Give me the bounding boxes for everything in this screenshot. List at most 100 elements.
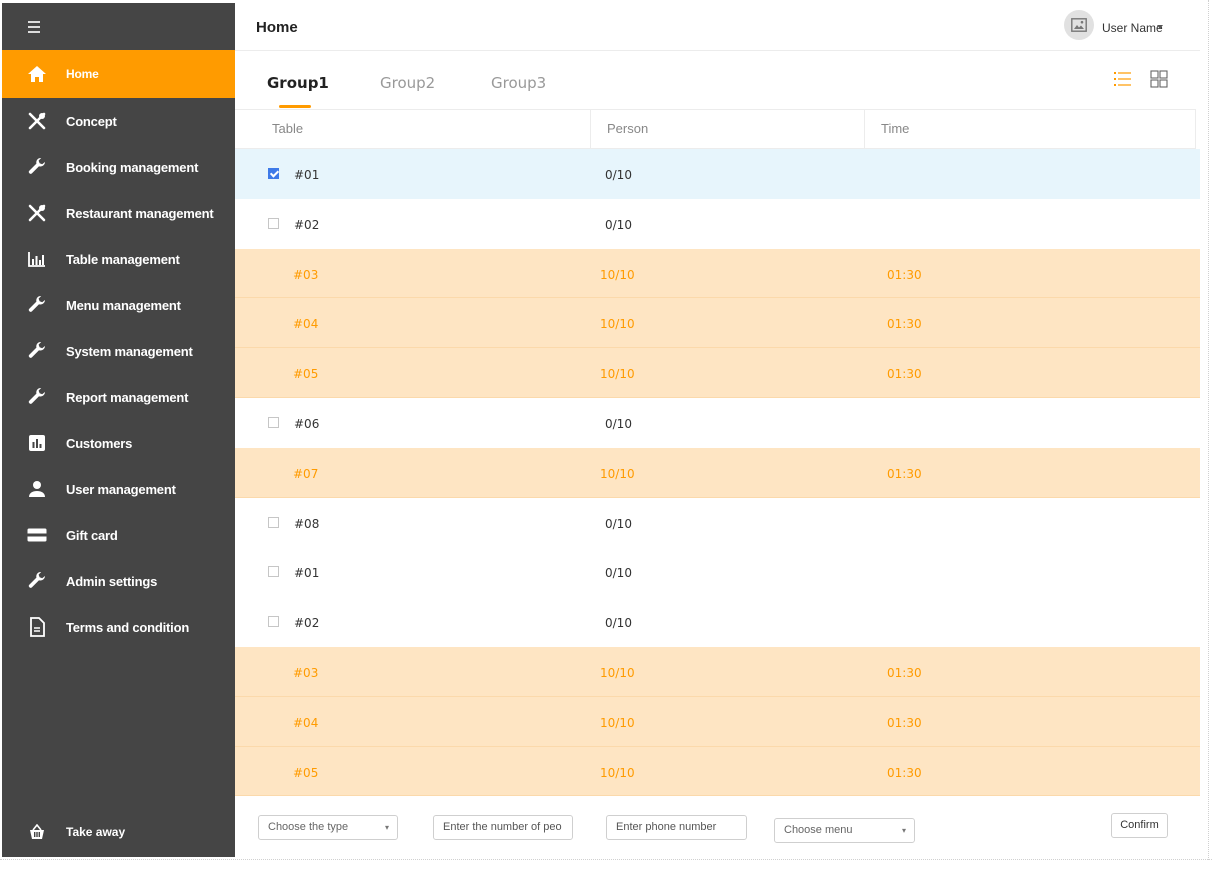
table-cell: #06 bbox=[294, 416, 320, 431]
table-cell: #01 bbox=[294, 168, 320, 182]
page-edge bbox=[1208, 0, 1209, 860]
sidebar-item-system-management[interactable]: System management bbox=[2, 328, 235, 374]
sidebar-item-concept[interactable]: Concept bbox=[2, 98, 235, 144]
person-cell: 10/10 bbox=[600, 466, 635, 481]
avatar[interactable] bbox=[1064, 10, 1094, 40]
list-view-icon[interactable] bbox=[1113, 69, 1133, 89]
group-tabs: Group1 Group2 Group3 bbox=[235, 51, 1200, 109]
row-checkbox[interactable] bbox=[268, 616, 279, 628]
user-name[interactable]: User Name bbox=[1102, 21, 1163, 35]
time-cell: 01:30 bbox=[887, 267, 922, 282]
column-header-person[interactable]: Person bbox=[607, 110, 648, 148]
person-cell: 0/10 bbox=[605, 168, 632, 182]
wrench-icon bbox=[26, 340, 48, 362]
top-header: Home User Name bbox=[235, 3, 1200, 51]
sidebar-item-label: System management bbox=[66, 343, 193, 359]
bar-chart-icon bbox=[26, 248, 48, 270]
tab-active-indicator bbox=[279, 105, 311, 108]
row-checkbox[interactable] bbox=[268, 516, 279, 528]
sidebar-item-label: User management bbox=[66, 481, 176, 497]
home-icon bbox=[26, 63, 48, 85]
menu-select[interactable]: Choose menu bbox=[774, 818, 915, 843]
table-row[interactable]: #06 0/10 bbox=[235, 398, 1200, 448]
confirm-button[interactable]: Confirm bbox=[1111, 813, 1168, 838]
row-checkbox[interactable] bbox=[268, 217, 279, 229]
app-window: Home Concept Booking management Restaurant … bbox=[2, 3, 1200, 857]
page-edge bbox=[0, 859, 1212, 860]
sidebar-item-label: Home bbox=[66, 67, 99, 81]
table-cell: #04 bbox=[293, 715, 319, 730]
sidebar-item-label: Terms and condition bbox=[66, 619, 190, 635]
table-row[interactable]: #03 10/10 01:30 bbox=[235, 248, 1200, 299]
sidebar-item-customers[interactable]: Customers bbox=[2, 420, 235, 466]
column-divider bbox=[864, 110, 865, 148]
table-header: Table Person Time bbox=[235, 109, 1196, 149]
page-title: Home bbox=[256, 19, 298, 36]
utensils-cross-icon bbox=[26, 202, 48, 224]
grid-view-icon[interactable] bbox=[1149, 69, 1169, 89]
table-cell: #07 bbox=[293, 466, 319, 481]
time-cell: 01:30 bbox=[887, 317, 922, 332]
table-cell: #02 bbox=[294, 217, 320, 232]
sidebar-item-home[interactable]: Home bbox=[2, 50, 235, 98]
card-icon bbox=[26, 524, 48, 546]
sidebar-item-report-management[interactable]: Report management bbox=[2, 374, 235, 420]
table-row[interactable]: #01 0/10 bbox=[235, 149, 1200, 199]
table-cell: #02 bbox=[294, 616, 320, 631]
tab-group3[interactable]: Group3 bbox=[491, 74, 546, 92]
table-row[interactable]: #08 0/10 bbox=[235, 498, 1200, 548]
column-header-table[interactable]: Table bbox=[272, 110, 303, 148]
user-icon bbox=[26, 478, 48, 500]
phone-input[interactable]: Enter phone number bbox=[606, 815, 747, 840]
table-cell: #08 bbox=[294, 516, 320, 531]
sidebar-item-label: Admin settings bbox=[66, 573, 158, 589]
row-checkbox[interactable] bbox=[268, 168, 279, 179]
person-cell: 10/10 bbox=[600, 765, 635, 780]
table-row[interactable]: #01 0/10 bbox=[235, 547, 1200, 597]
image-icon bbox=[1071, 18, 1087, 32]
person-cell: 0/10 bbox=[605, 566, 632, 581]
sidebar-item-user-management[interactable]: User management bbox=[2, 466, 235, 512]
wrench-icon bbox=[26, 156, 48, 178]
tab-group1[interactable]: Group1 bbox=[267, 74, 329, 92]
sidebar-item-restaurant-management[interactable]: Restaurant management bbox=[2, 190, 235, 236]
time-cell: 01:30 bbox=[887, 715, 922, 730]
person-cell: 10/10 bbox=[600, 665, 635, 680]
menu-toggle-icon[interactable] bbox=[28, 17, 48, 37]
sidebar-item-label: Booking management bbox=[66, 159, 199, 175]
table-row[interactable]: #04 10/10 01:30 bbox=[235, 298, 1200, 349]
person-cell: 10/10 bbox=[600, 367, 635, 382]
wrench-icon bbox=[26, 294, 48, 316]
sidebar-item-menu-management[interactable]: Menu management bbox=[2, 282, 235, 328]
sidebar-item-terms-and-condition[interactable]: Terms and condition bbox=[2, 604, 235, 650]
column-divider bbox=[590, 110, 591, 148]
table-row[interactable]: #03 10/10 01:30 bbox=[235, 646, 1200, 697]
tab-group2[interactable]: Group2 bbox=[380, 74, 435, 92]
person-cell: 0/10 bbox=[605, 416, 632, 431]
time-cell: 01:30 bbox=[887, 466, 922, 481]
table-row[interactable]: #05 10/10 01:30 bbox=[235, 348, 1200, 398]
sidebar-item-booking-management[interactable]: Booking management bbox=[2, 144, 235, 190]
sidebar-item-admin-settings[interactable]: Admin settings bbox=[2, 558, 235, 604]
table-row[interactable]: #04 10/10 01:30 bbox=[235, 696, 1200, 747]
sidebar-item-table-management[interactable]: Table management bbox=[2, 236, 235, 282]
column-header-time[interactable]: Time bbox=[881, 110, 909, 148]
row-checkbox[interactable] bbox=[268, 566, 279, 578]
table-row[interactable]: #02 0/10 bbox=[235, 199, 1200, 249]
chart-box-icon bbox=[26, 432, 48, 454]
table-row[interactable]: #05 10/10 01:30 bbox=[235, 746, 1200, 797]
table-cell: #03 bbox=[293, 665, 319, 680]
sidebar-item-take-away[interactable]: Take away bbox=[2, 809, 235, 855]
sidebar-item-label: Take away bbox=[66, 825, 126, 839]
table-row[interactable]: #02 0/10 bbox=[235, 597, 1200, 647]
sidebar-item-gift-card[interactable]: Gift card bbox=[2, 512, 235, 558]
chevron-down-icon[interactable] bbox=[1157, 25, 1163, 29]
type-select[interactable]: Choose the type bbox=[258, 815, 398, 840]
sidebar-item-label: Gift card bbox=[66, 527, 118, 543]
people-count-input[interactable]: Enter the number of peo bbox=[433, 815, 573, 840]
row-checkbox[interactable] bbox=[268, 416, 279, 428]
person-cell: 0/10 bbox=[605, 616, 632, 631]
wrench-icon bbox=[26, 386, 48, 408]
sidebar-nav: Home Concept Booking management Restaurant … bbox=[2, 50, 235, 650]
table-row[interactable]: #07 10/10 01:30 bbox=[235, 447, 1200, 498]
